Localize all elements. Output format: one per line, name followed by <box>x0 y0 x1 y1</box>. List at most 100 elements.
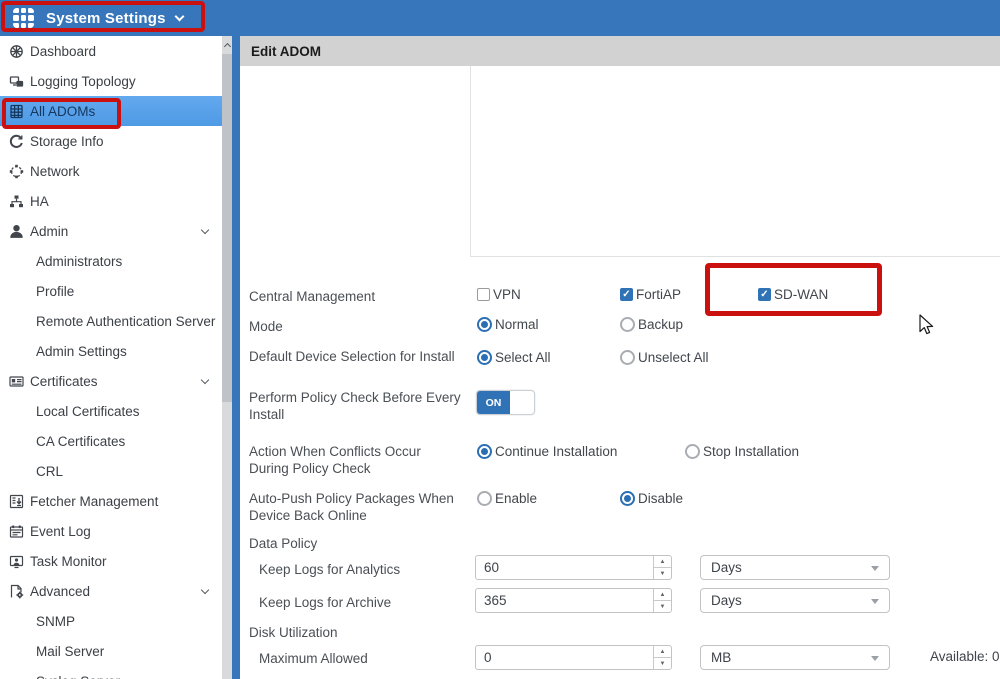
event-log-icon <box>8 523 24 539</box>
archive-days-input[interactable] <box>476 589 652 612</box>
sidebar-item-logging-topology[interactable]: Logging Topology <box>0 66 222 96</box>
all-adoms-icon <box>8 103 24 119</box>
sidebar-item-label: Syslog Server <box>36 674 120 679</box>
checkbox-sd-wan[interactable]: ✓ SD-WAN <box>758 287 828 302</box>
analytics-unit-select[interactable]: Days <box>700 555 890 580</box>
stepper-up-icon[interactable]: ▲ <box>654 646 671 658</box>
field-label-central-management: Central Management <box>249 289 376 304</box>
sidebar-item-advanced[interactable]: Advanced <box>0 576 222 606</box>
advanced-icon <box>8 583 24 599</box>
dropdown-caret-icon <box>871 566 879 571</box>
radio-selected-icon <box>477 317 492 332</box>
app-title: System Settings <box>46 9 166 27</box>
radio-icon <box>620 317 635 332</box>
system-settings-menu-button[interactable]: System Settings <box>0 0 212 36</box>
dropdown-caret-icon <box>871 599 879 604</box>
sidebar-item-label: Logging Topology <box>30 73 136 89</box>
certificates-icon <box>8 373 24 389</box>
radio-icon <box>685 444 700 459</box>
sidebar-item-storage-info[interactable]: Storage Info <box>0 126 222 156</box>
analytics-days-input[interactable] <box>476 556 652 579</box>
sidebar-item-label: Dashboard <box>30 43 97 59</box>
mouse-cursor-icon <box>919 314 934 335</box>
sidebar-item-task-monitor[interactable]: Task Monitor <box>0 546 222 576</box>
sidebar-item-label: Advanced <box>30 583 91 599</box>
radio-select-all[interactable]: Select All <box>477 350 551 365</box>
sidebar-item-crl[interactable]: CRL <box>0 456 222 486</box>
sidebar-item-label: Fetcher Management <box>30 493 159 509</box>
radio-selected-icon <box>620 491 635 506</box>
storage-info-icon <box>8 133 24 149</box>
analytics-days-input-wrap: ▲▼ <box>475 555 672 580</box>
sidebar-scrollbar-thumb[interactable] <box>222 54 232 402</box>
radio-disable[interactable]: Disable <box>620 491 683 506</box>
sidebar-item-label: Admin Settings <box>36 343 127 359</box>
number-stepper[interactable]: ▲ ▼ <box>653 646 671 669</box>
logging-topology-icon <box>8 73 24 89</box>
stepper-up-icon[interactable]: ▲ <box>654 556 671 568</box>
sidebar-item-network[interactable]: Network <box>0 156 222 186</box>
field-label-auto-push: Auto-Push Policy Packages When Device Ba… <box>249 491 454 523</box>
sidebar-item-ca-certificates[interactable]: CA Certificates <box>0 426 222 456</box>
stepper-down-icon[interactable]: ▼ <box>654 568 671 579</box>
available-space-text: Available: 0. <box>930 649 1000 664</box>
archive-unit-select[interactable]: Days <box>700 588 890 613</box>
task-monitor-icon <box>8 553 24 569</box>
policy-check-toggle[interactable]: ON <box>476 390 535 415</box>
radio-stop-installation[interactable]: Stop Installation <box>685 444 799 459</box>
app-grid-icon <box>13 7 34 29</box>
sidebar-item-event-log[interactable]: Event Log <box>0 516 222 546</box>
sidebar-item-local-certificates[interactable]: Local Certificates <box>0 396 222 426</box>
sidebar-item-mail-server[interactable]: Mail Server <box>0 636 222 666</box>
checkbox-vpn[interactable]: VPN <box>477 287 521 302</box>
sidebar-item-all-adoms[interactable]: All ADOMs <box>0 96 222 126</box>
sidebar-item-profile[interactable]: Profile <box>0 276 222 306</box>
checkbox-fortiap[interactable]: ✓ FortiAP <box>620 287 681 302</box>
page-title: Edit ADOM <box>251 43 321 59</box>
field-label-maximum-allowed: Maximum Allowed <box>259 651 368 666</box>
section-label-data-policy: Data Policy <box>249 536 318 551</box>
field-label-keep-logs-analytics: Keep Logs for Analytics <box>259 562 401 577</box>
radio-unselect-all[interactable]: Unselect All <box>620 350 709 365</box>
number-stepper[interactable]: ▲ ▼ <box>653 556 671 579</box>
chevron-down-icon <box>200 375 210 385</box>
sidebar-item-administrators[interactable]: Administrators <box>0 246 222 276</box>
section-label-disk-utilization: Disk Utilization <box>249 625 338 640</box>
scrolled-panel-box <box>470 60 1000 257</box>
radio-continue-installation[interactable]: Continue Installation <box>477 444 617 459</box>
network-icon <box>8 163 24 179</box>
chevron-down-icon <box>200 225 210 235</box>
checkbox-icon <box>477 288 490 301</box>
sidebar-item-label: All ADOMs <box>30 103 96 119</box>
sidebar-item-admin[interactable]: Admin <box>0 216 222 246</box>
stepper-up-icon[interactable]: ▲ <box>654 589 671 601</box>
sidebar-item-ha[interactable]: HA <box>0 186 222 216</box>
sidebar-item-fetcher-management[interactable]: Fetcher Management <box>0 486 222 516</box>
sidebar-item-remote-authentication-server[interactable]: Remote Authentication Server <box>0 306 222 336</box>
sidebar-item-label: Task Monitor <box>30 553 107 569</box>
sidebar-item-label: Certificates <box>30 373 98 389</box>
field-label-conflicts: Action When Conflicts Occur During Polic… <box>249 444 421 476</box>
sidebar-item-label: Mail Server <box>36 643 105 659</box>
stepper-down-icon[interactable]: ▼ <box>654 658 671 669</box>
field-label-keep-logs-archive: Keep Logs for Archive <box>259 595 392 610</box>
sidebar-item-dashboard[interactable]: Dashboard <box>0 36 222 66</box>
content-header: Edit ADOM <box>240 36 1000 66</box>
radio-enable[interactable]: Enable <box>477 491 537 506</box>
sidebar-item-label: SNMP <box>36 613 76 629</box>
sidebar-item-admin-settings[interactable]: Admin Settings <box>0 336 222 366</box>
sidebar-item-label: Storage Info <box>30 133 104 149</box>
stepper-down-icon[interactable]: ▼ <box>654 601 671 612</box>
sidebar-item-snmp[interactable]: SNMP <box>0 606 222 636</box>
scrollbar-up-arrow-icon[interactable] <box>222 38 232 52</box>
max-allowed-input[interactable] <box>476 646 652 669</box>
top-bar: System Settings <box>0 0 1000 36</box>
number-stepper[interactable]: ▲ ▼ <box>653 589 671 612</box>
sidebar-item-label: CRL <box>36 463 64 479</box>
sidebar-item-syslog-server[interactable]: Syslog Server <box>0 666 222 679</box>
max-allowed-unit-select[interactable]: MB <box>700 645 890 670</box>
chevron-down-icon <box>174 11 185 21</box>
radio-backup[interactable]: Backup <box>620 317 683 332</box>
sidebar-item-certificates[interactable]: Certificates <box>0 366 222 396</box>
radio-normal[interactable]: Normal <box>477 317 539 332</box>
